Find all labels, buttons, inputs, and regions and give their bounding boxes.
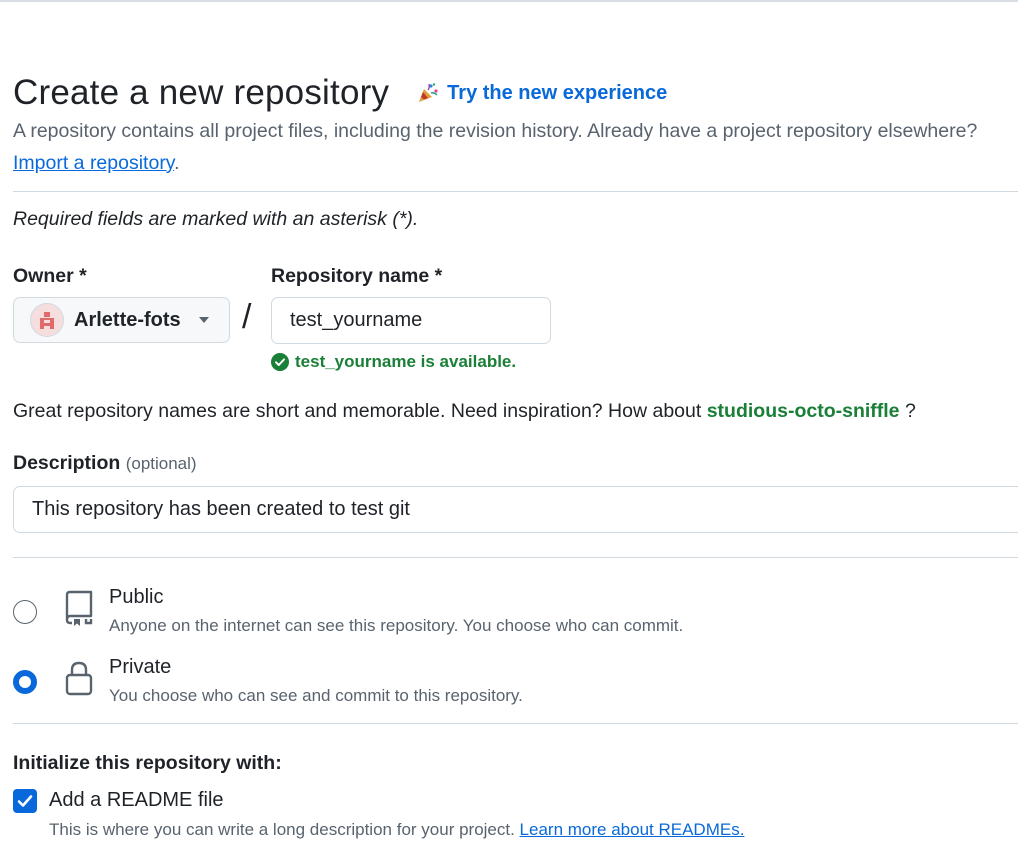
divider bbox=[13, 723, 1018, 724]
private-title: Private bbox=[109, 656, 172, 678]
repo-icon bbox=[63, 590, 95, 631]
learn-more-readmes-link[interactable]: Learn more about READMEs. bbox=[520, 820, 745, 839]
try-new-experience-link[interactable]: Try the new experience bbox=[417, 82, 667, 105]
triangle-down-icon bbox=[198, 316, 210, 324]
owner-repo-separator: / bbox=[242, 298, 252, 336]
import-repository-link[interactable]: Import a repository bbox=[13, 152, 174, 174]
repository-name-input[interactable] bbox=[271, 297, 551, 344]
visibility-option-public[interactable]: Public Anyone on the internet can see th… bbox=[13, 586, 1018, 646]
check-circle-icon bbox=[271, 353, 289, 371]
divider bbox=[13, 557, 1018, 558]
description-input[interactable] bbox=[13, 486, 1018, 533]
page-title: Create a new repository bbox=[13, 73, 390, 112]
private-radio[interactable] bbox=[13, 670, 37, 694]
import-line: Import a repository. bbox=[13, 152, 180, 175]
visibility-option-private[interactable]: Private You choose who can see and commi… bbox=[13, 656, 1018, 716]
public-radio[interactable] bbox=[13, 600, 37, 624]
suggested-name-link[interactable]: studious-octo-sniffle bbox=[707, 400, 900, 422]
readme-description-text: This is where you can write a long descr… bbox=[49, 820, 520, 839]
owner-avatar bbox=[30, 303, 64, 337]
initialize-label: Initialize this repository with: bbox=[13, 752, 282, 774]
readme-label[interactable]: Add a README file bbox=[49, 789, 224, 812]
required-fields-note: Required fields are marked with an aster… bbox=[13, 208, 419, 230]
new-repository-page: Create a new repository Try the new expe… bbox=[13, 0, 1018, 862]
header-row: Create a new repository Try the new expe… bbox=[13, 70, 667, 116]
description-label: Description (optional) bbox=[13, 452, 197, 475]
owner-dropdown[interactable]: Arlette-fots bbox=[13, 297, 230, 343]
readme-description: This is where you can write a long descr… bbox=[49, 820, 744, 840]
optional-tag: (optional) bbox=[125, 454, 197, 473]
owner-label: Owner * bbox=[13, 265, 87, 287]
checkmark-icon bbox=[17, 795, 33, 807]
public-title: Public bbox=[109, 586, 164, 608]
description-label-text: Description bbox=[13, 452, 121, 474]
availability-message: test_yourname is available. bbox=[271, 352, 516, 372]
page-subtitle: A repository contains all project files,… bbox=[13, 120, 978, 142]
owner-name: Arlette-fots bbox=[74, 308, 181, 331]
availability-text: test_yourname is available. bbox=[295, 352, 517, 371]
import-suffix: . bbox=[174, 152, 180, 174]
name-inspiration: Great repository names are short and mem… bbox=[13, 400, 916, 423]
inspiration-suffix: ? bbox=[899, 400, 916, 422]
try-new-experience-label: Try the new experience bbox=[447, 81, 668, 104]
party-popper-icon bbox=[417, 82, 439, 104]
inspiration-text: Great repository names are short and mem… bbox=[13, 400, 707, 422]
repository-name-label: Repository name * bbox=[271, 265, 443, 287]
divider bbox=[13, 191, 1018, 192]
readme-checkbox[interactable] bbox=[13, 789, 37, 813]
public-description: Anyone on the internet can see this repo… bbox=[109, 616, 684, 635]
lock-icon bbox=[63, 660, 95, 701]
private-description: You choose who can see and commit to thi… bbox=[109, 686, 523, 705]
